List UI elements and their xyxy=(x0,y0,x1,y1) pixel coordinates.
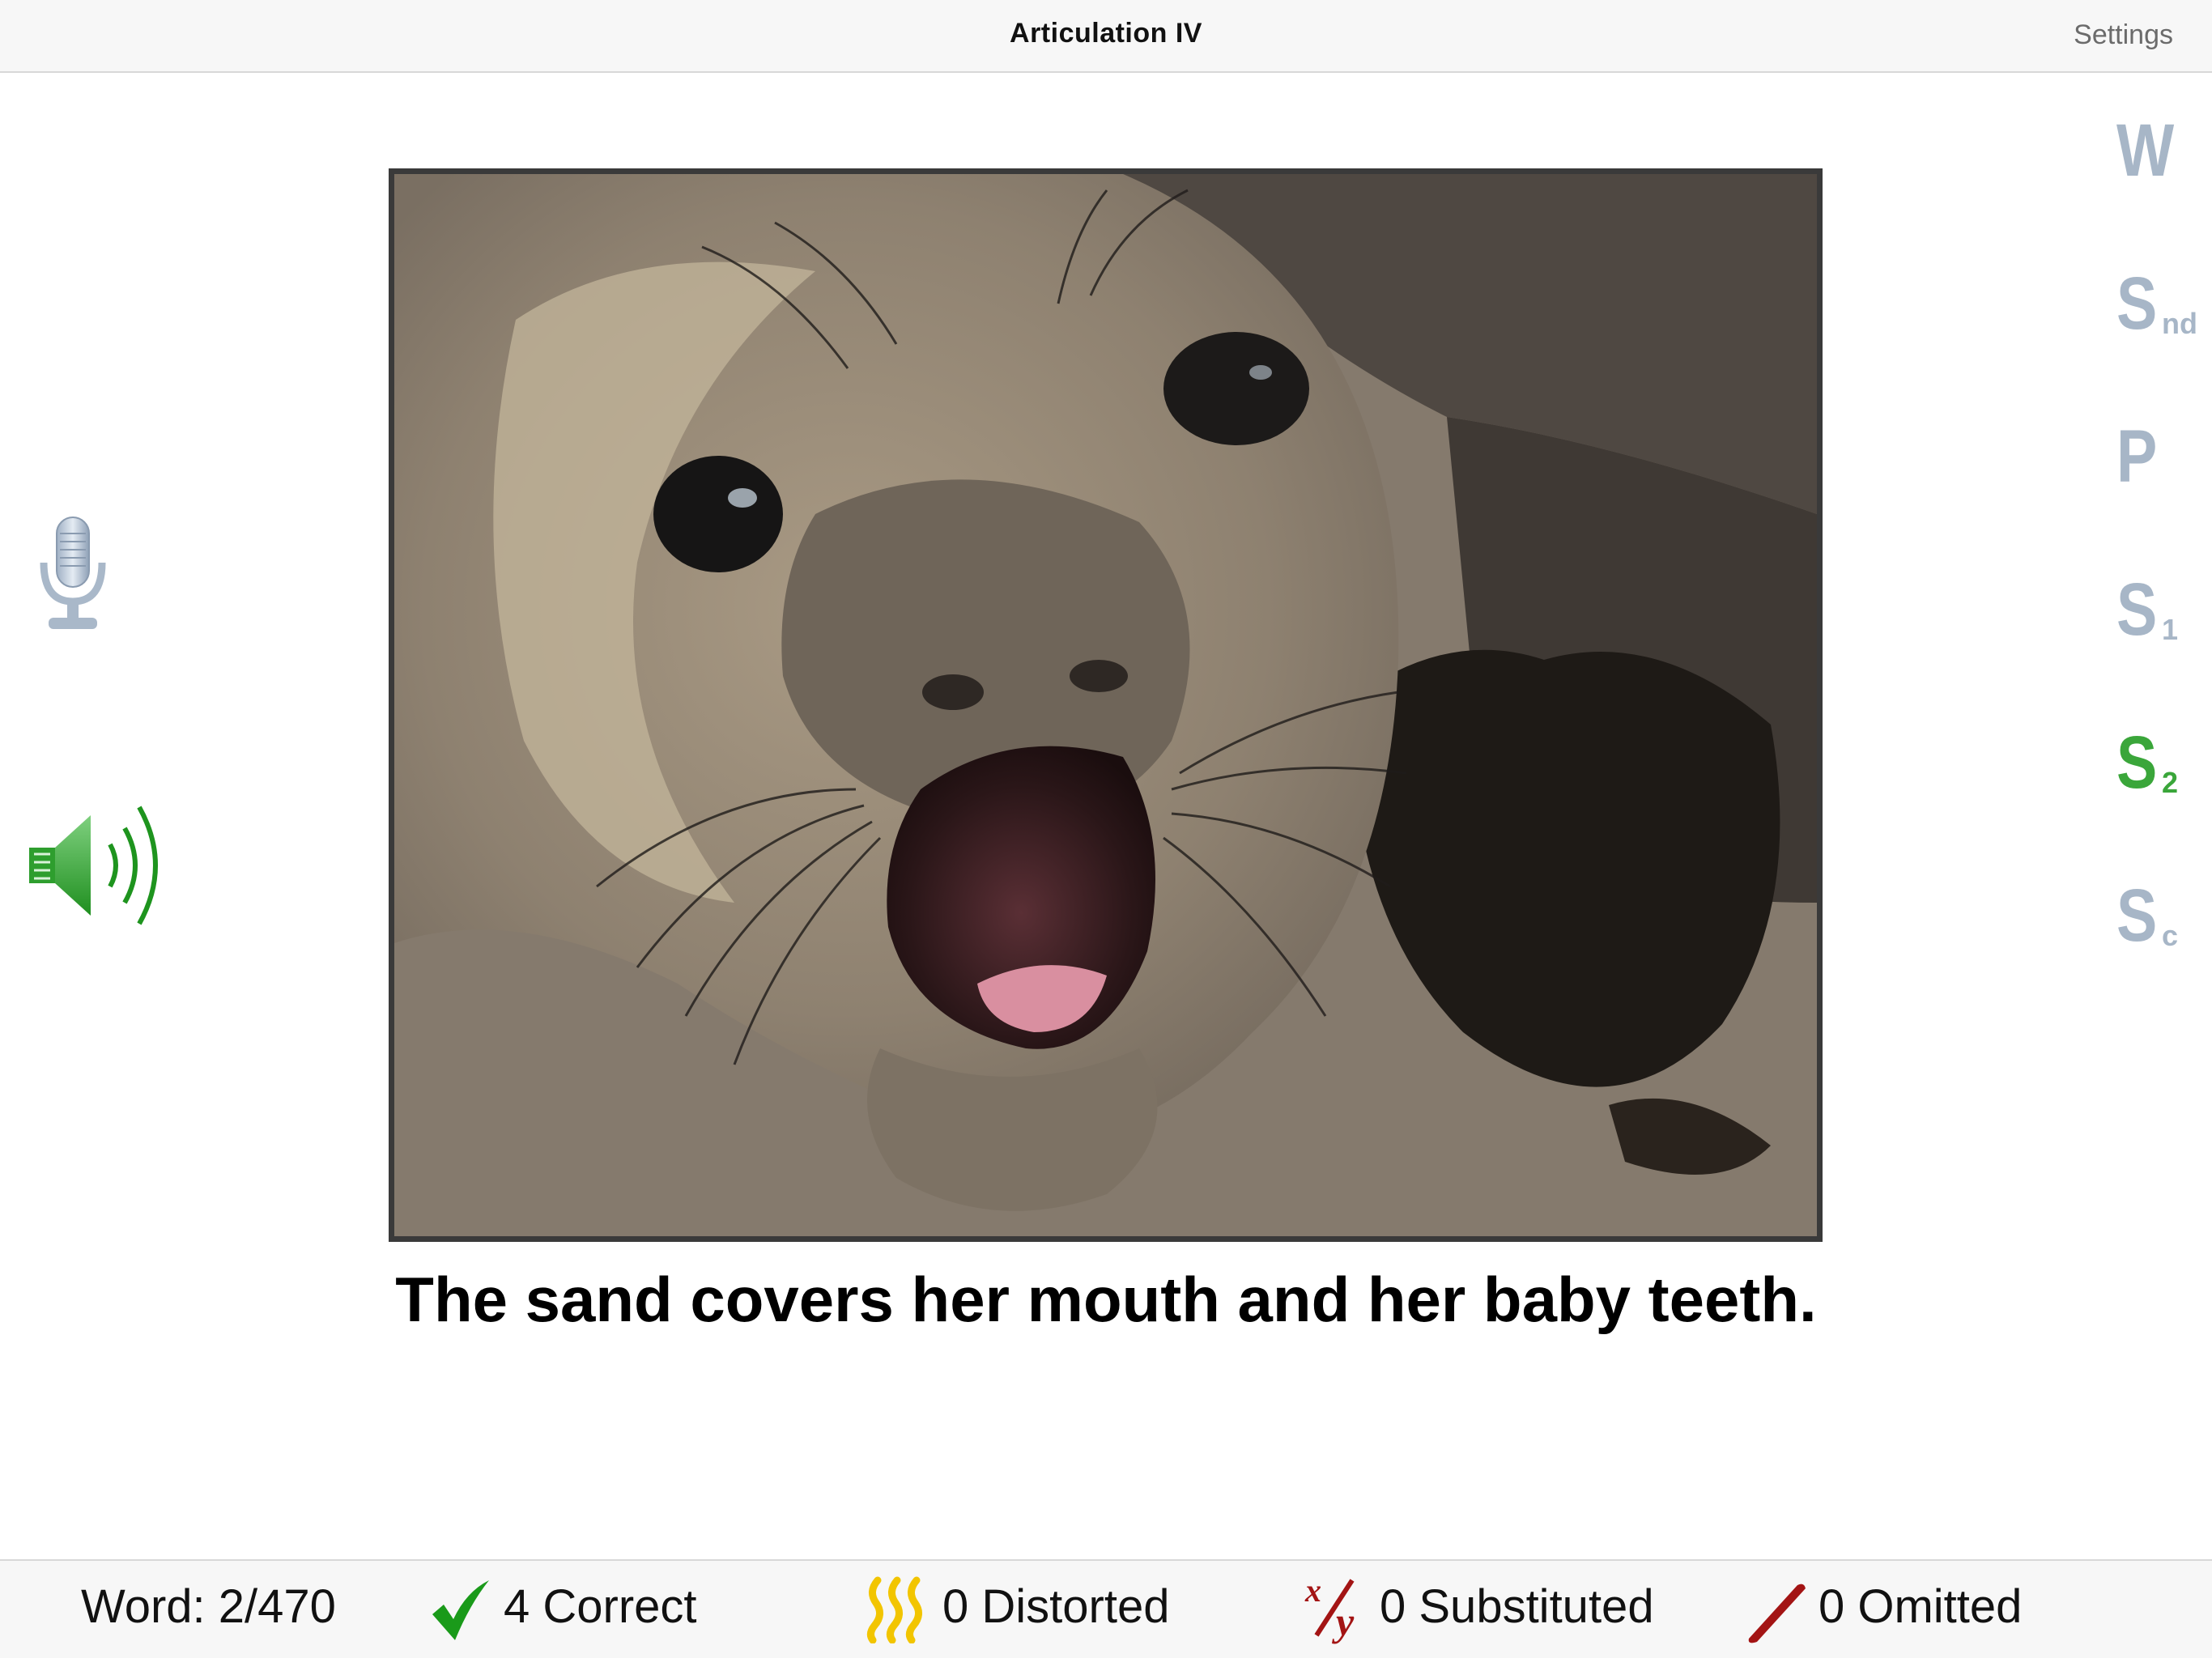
app-title: Articulation IV xyxy=(1010,18,1202,49)
position-letter: S xyxy=(2116,721,2158,804)
distorted-icon[interactable] xyxy=(865,1575,933,1647)
svg-text:x: x xyxy=(1304,1572,1321,1609)
position-subscript: c xyxy=(2162,919,2179,952)
position-letter: P xyxy=(2116,415,2158,498)
svg-text:y: y xyxy=(1332,1599,1355,1644)
nav-bar: Articulation IV Settings xyxy=(0,0,2212,73)
seal-photo xyxy=(389,168,1823,1242)
position-subscript: 1 xyxy=(2162,613,2179,646)
microphone-icon[interactable] xyxy=(36,514,110,632)
position-snd-button[interactable]: S nd xyxy=(2066,266,2212,355)
position-s1-button[interactable]: S 1 xyxy=(2066,572,2212,661)
position-letter: S xyxy=(2116,874,2158,957)
checkmark-icon[interactable] xyxy=(428,1577,492,1646)
position-letter: W xyxy=(2116,109,2175,192)
position-w-button[interactable]: W xyxy=(2066,113,2212,202)
substituted-icon[interactable]: x y xyxy=(1304,1571,1372,1649)
position-letter: S xyxy=(2116,262,2158,345)
status-bar: Word: 2/470 4 Correct 0 Distorted x y 0 … xyxy=(0,1559,2212,1658)
position-p-button[interactable]: P xyxy=(2066,419,2212,508)
settings-button[interactable]: Settings xyxy=(2074,19,2173,51)
substituted-count: 0 Substituted xyxy=(1380,1580,1654,1633)
correct-count: 4 Correct xyxy=(504,1580,697,1633)
position-subscript: 2 xyxy=(2162,766,2179,799)
position-subscript: nd xyxy=(2162,307,2197,340)
omitted-icon[interactable] xyxy=(1741,1579,1809,1647)
target-sentence: The sand covers her mouth and her baby t… xyxy=(395,1264,1817,1335)
position-s2-button[interactable]: S 2 xyxy=(2066,725,2212,814)
position-sc-button[interactable]: S c xyxy=(2066,878,2212,967)
position-letter: S xyxy=(2116,568,2158,651)
word-counter: Word: 2/470 xyxy=(81,1580,336,1633)
distorted-count: 0 Distorted xyxy=(942,1580,1170,1633)
speaker-icon[interactable] xyxy=(26,797,172,935)
omitted-count: 0 Omitted xyxy=(1819,1580,2023,1633)
